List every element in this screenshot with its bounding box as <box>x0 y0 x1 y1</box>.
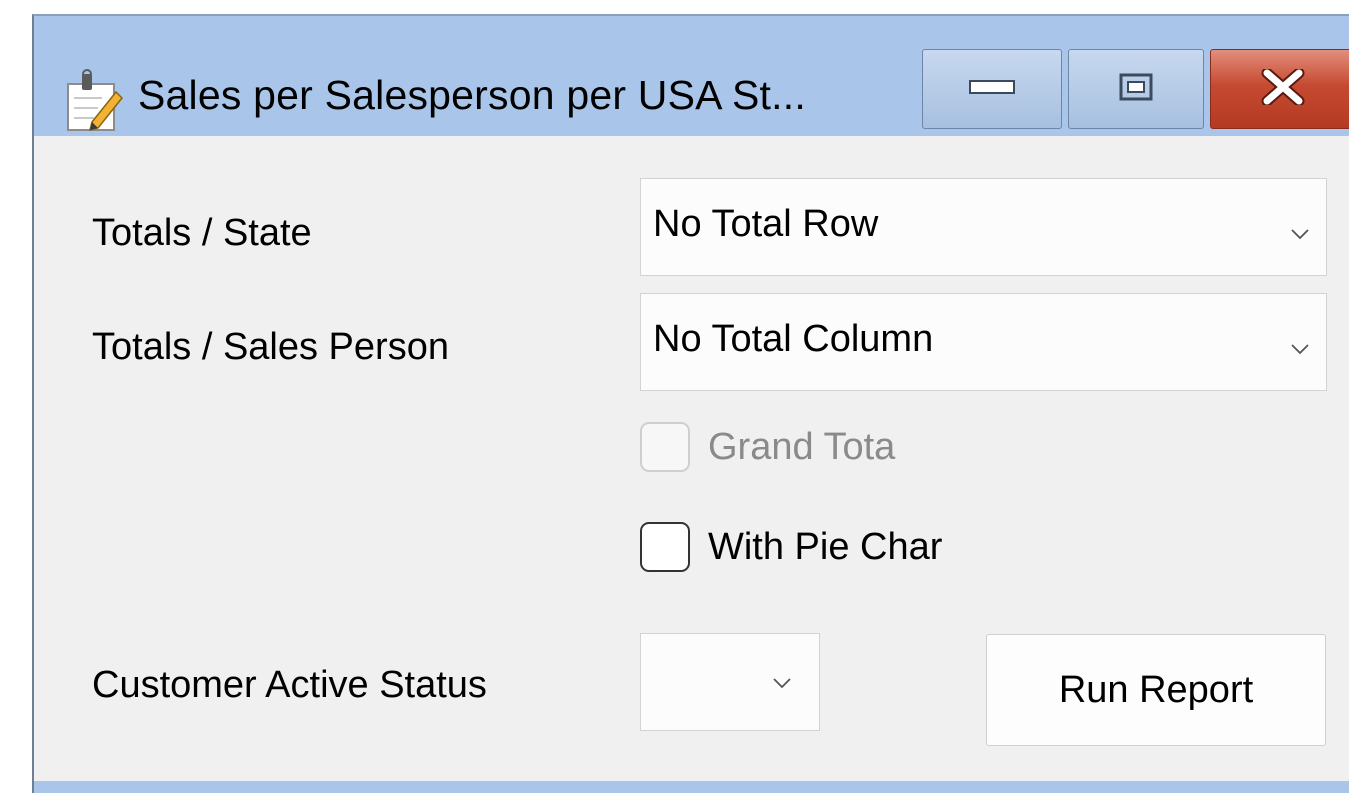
title-bar[interactable]: Sales per Salesperson per USA St... <box>34 16 1349 136</box>
totals-sales-person-label: Totals / Sales Person <box>92 326 449 368</box>
app-window: Sales per Salesperson per USA St... Tota… <box>32 14 1349 793</box>
close-icon <box>1261 67 1305 110</box>
left-frame-strip <box>34 136 60 781</box>
customer-active-status-label: Customer Active Status <box>92 664 487 706</box>
run-report-button[interactable]: Run Report <box>986 634 1326 746</box>
minimize-icon <box>969 77 1015 102</box>
totals-sales-person-dropdown[interactable]: No Total Column <box>640 293 1327 391</box>
with-pie-chart-label: With Pie Char <box>708 526 943 568</box>
totals-sales-person-value: No Total Column <box>653 318 934 360</box>
customer-active-status-dropdown[interactable] <box>640 633 820 731</box>
grand-total-label: Grand Tota <box>708 426 896 468</box>
totals-state-value: No Total Row <box>653 203 879 245</box>
close-button[interactable] <box>1210 49 1349 129</box>
chevron-down-icon <box>1291 342 1309 355</box>
totals-state-dropdown[interactable]: No Total Row <box>640 178 1327 276</box>
minimize-button[interactable] <box>922 49 1062 129</box>
maximize-icon <box>1119 73 1153 106</box>
maximize-button[interactable] <box>1068 49 1204 129</box>
totals-state-label: Totals / State <box>92 212 312 254</box>
chevron-down-icon <box>773 676 791 689</box>
with-pie-chart-checkbox[interactable] <box>640 522 690 572</box>
chevron-down-icon <box>1291 227 1309 240</box>
window-title: Sales per Salesperson per USA St... <box>138 72 806 118</box>
form-panel: Totals / State No Total Row Totals / Sal… <box>34 136 1349 781</box>
grand-total-checkbox[interactable] <box>640 422 690 472</box>
notepad-pencil-icon[interactable] <box>62 68 128 134</box>
